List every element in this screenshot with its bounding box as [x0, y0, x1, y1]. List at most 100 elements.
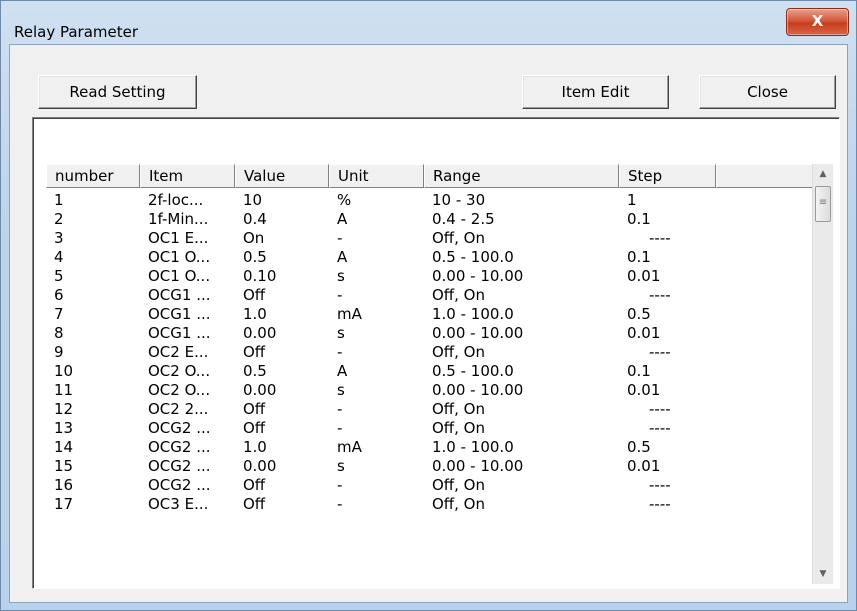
table-row[interactable]: 1 2f-loc... 10% 10 - 30 1: [46, 191, 716, 210]
cell-unit: -: [337, 495, 343, 513]
cell-range: 0.00 - 10.00: [432, 267, 524, 285]
table-row[interactable]: 15 OCG2 ... 0.00 s 0.00 - 10.00 0.01: [46, 457, 716, 476]
table-row[interactable]: 11 OC2 O... 0.00 s 0.00 - 10.00 0.01: [46, 381, 716, 400]
cell-step: 0.01: [627, 457, 661, 475]
cell-unit: -: [337, 343, 343, 361]
read-setting-button[interactable]: Read Setting: [38, 75, 197, 109]
column-header-number[interactable]: number: [46, 164, 140, 188]
cell-step: ----: [649, 419, 671, 437]
cell-step: 0.1: [627, 362, 651, 380]
cell-range: Off, On: [432, 229, 485, 247]
table-row[interactable]: 17 OC3 E... Off - Off, On ----: [46, 495, 716, 514]
table-header: number Item Value Unit Range Step: [46, 164, 813, 188]
table-row[interactable]: 7 OCG1 ... 1.0 mA 1.0 - 100.0 0.5: [46, 305, 716, 324]
cell-item: 2f-loc...: [148, 191, 204, 209]
cell-range: Off, On: [432, 400, 485, 418]
cell-number: 7: [54, 305, 64, 323]
cell-item: OCG2 ...: [148, 438, 211, 456]
cell-value: 0.4: [243, 210, 267, 228]
cell-value: 1.0: [243, 438, 267, 456]
column-header-step[interactable]: Step: [619, 164, 716, 188]
cell-range: 0.00 - 10.00: [432, 324, 524, 342]
table-row[interactable]: 13 OCG2 ... Off - Off, On ----: [46, 419, 716, 438]
table-row[interactable]: 14 OCG2 ... 1.0 mA 1.0 - 100.0 0.5: [46, 438, 716, 457]
cell-unit: A: [337, 210, 348, 228]
column-header-unit[interactable]: Unit: [329, 164, 424, 188]
cell-range: Off, On: [432, 495, 485, 513]
table-row[interactable]: 9 OC2 E... Off - Off, On ----: [46, 343, 716, 362]
cell-value: 0.5: [243, 362, 267, 380]
column-header-value[interactable]: Value: [235, 164, 329, 188]
cell-unit: A: [337, 248, 348, 266]
table-row[interactable]: 10 OC2 O... 0.5 A 0.5 - 100.0 0.1: [46, 362, 716, 381]
cell-number: 12: [54, 400, 74, 418]
cell-value: Off: [243, 343, 266, 361]
cell-step: ----: [649, 343, 671, 361]
cell-step: ----: [649, 400, 671, 418]
cell-value: 0.10: [243, 267, 277, 285]
cell-item: OCG2 ...: [148, 457, 211, 475]
cell-item: OC2 O...: [148, 362, 211, 380]
cell-value: On: [243, 229, 265, 247]
table-row[interactable]: 2 1f-Min... 0.4 A 0.4 - 2.5 0.1: [46, 210, 716, 229]
column-header-blank[interactable]: [716, 164, 813, 188]
cell-range: 0.5 - 100.0: [432, 362, 514, 380]
title-bar[interactable]: Relay Parameter X: [1, 1, 857, 45]
cell-item: OCG1 ...: [148, 286, 211, 304]
cell-value: 10: [243, 191, 263, 209]
close-button[interactable]: Close: [699, 75, 836, 109]
cell-number: 15: [54, 457, 74, 475]
column-header-range[interactable]: Range: [424, 164, 619, 188]
cell-item: OC2 2...: [148, 400, 209, 418]
cell-value: 1.0: [243, 305, 267, 323]
cell-value: Off: [243, 400, 266, 418]
cell-step: 0.5: [627, 438, 651, 456]
table-row[interactable]: 8 OCG1 ... 0.00 s 0.00 - 10.00 0.01: [46, 324, 716, 343]
cell-number: 6: [54, 286, 64, 304]
cell-unit: s: [337, 457, 345, 475]
scrollbar-thumb[interactable]: ≡: [815, 186, 831, 222]
cell-number: 4: [54, 248, 64, 266]
cell-range: Off, On: [432, 286, 485, 304]
cell-unit: mA: [337, 438, 362, 456]
cell-range: 1.0 - 100.0: [432, 438, 514, 456]
cell-range: 0.00 - 10.00: [432, 381, 524, 399]
chevron-down-icon[interactable]: ▼: [813, 564, 833, 584]
column-header-item[interactable]: Item: [140, 164, 235, 188]
cell-number: 17: [54, 495, 74, 513]
cell-unit: s: [337, 381, 345, 399]
cell-range: 1.0 - 100.0: [432, 305, 514, 323]
cell-range: Off, On: [432, 419, 485, 437]
vertical-scrollbar[interactable]: ▲ ≡ ▼: [812, 164, 833, 584]
cell-step: 1: [627, 191, 637, 209]
item-edit-button[interactable]: Item Edit: [522, 75, 669, 109]
cell-unit: -: [337, 419, 343, 437]
chevron-up-icon[interactable]: ▲: [813, 164, 833, 184]
cell-item: OCG2 ...: [148, 419, 211, 437]
cell-item: OC1 O...: [148, 248, 211, 266]
table-row[interactable]: 5 OC1 O... 0.10 s 0.00 - 10.00 0.01: [46, 267, 716, 286]
cell-number: 11: [54, 381, 74, 399]
table-row[interactable]: 3 OC1 E... On - Off, On ----: [46, 229, 716, 248]
cell-value: Off: [243, 419, 266, 437]
cell-unit: -: [337, 229, 343, 247]
parameter-list[interactable]: number Item Value Unit Range Step 1 2f-lo…: [32, 117, 840, 589]
cell-number: 14: [54, 438, 74, 456]
cell-item: OCG1 ...: [148, 324, 211, 342]
cell-value: Off: [243, 495, 266, 513]
close-icon[interactable]: X: [786, 8, 849, 36]
cell-range: 10 - 30: [432, 191, 486, 209]
cell-unit: -: [337, 476, 343, 494]
cell-unit: -: [337, 286, 343, 304]
cell-item: 1f-Min...: [148, 210, 209, 228]
cell-unit: -: [337, 400, 343, 418]
cell-range: Off, On: [432, 476, 485, 494]
table-row[interactable]: 12 OC2 2... Off - Off, On ----: [46, 400, 716, 419]
cell-range: 0.00 - 10.00: [432, 457, 524, 475]
table-row[interactable]: 16 OCG2 ... Off - Off, On ----: [46, 476, 716, 495]
cell-number: 2: [54, 210, 64, 228]
table-body: 1 2f-loc... 10% 10 - 30 1 2 1f-Min... 0.4 A 0.4 -…: [46, 191, 716, 514]
cell-step: 0.1: [627, 210, 651, 228]
table-row[interactable]: 4 OC1 O... 0.5 A 0.5 - 100.0 0.1: [46, 248, 716, 267]
table-row[interactable]: 6 OCG1 ... Off - Off, On ----: [46, 286, 716, 305]
